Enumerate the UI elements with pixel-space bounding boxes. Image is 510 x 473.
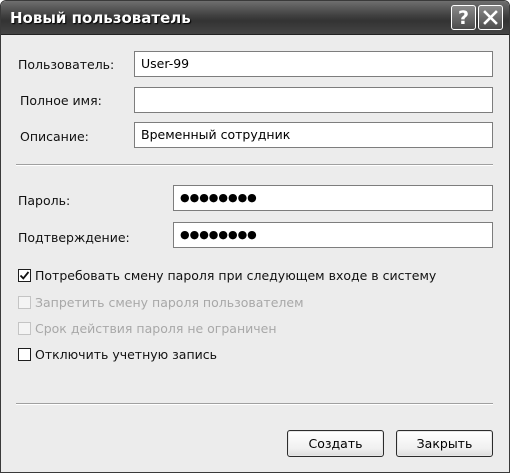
help-icon: ? [457,6,470,29]
checkbox [18,321,31,335]
option-label: Потребовать смену пароля при следующем в… [35,267,437,283]
close-icon [483,10,498,25]
separator-top [16,164,493,166]
checkbox [18,295,31,309]
close-window-button[interactable] [478,5,503,30]
option-label: Срок действия пароля не ограничен [35,320,277,336]
option-disable-account[interactable]: Отключить учетную запись [18,345,217,363]
close-button[interactable]: Закрыть [396,430,493,457]
option-label: Запретить смену пароля пользователем [35,294,304,310]
description-input[interactable]: Временный сотрудник [134,122,493,148]
confirm-password-input[interactable]: ●●●●●●●● [173,222,493,248]
description-label: Описание: [20,129,89,144]
confirm-label: Подтверждение: [18,230,130,245]
checkbox[interactable] [18,347,31,361]
checkbox[interactable] [18,268,31,282]
help-button[interactable]: ? [451,5,476,30]
user-label: Пользователь: [18,57,115,72]
new-user-dialog: Новый пользователь ? Пользователь: User-… [0,0,510,473]
fullname-label: Полное имя: [20,93,102,108]
title-bar: Новый пользователь ? [1,1,509,35]
option-must-change-password[interactable]: Потребовать смену пароля при следующем в… [18,266,436,284]
option-label: Отключить учетную запись [35,346,217,362]
password-label: Пароль: [18,193,71,208]
password-input[interactable]: ●●●●●●●● [173,185,493,211]
separator-bottom [16,403,493,405]
option-password-never-expires: Срок действия пароля не ограничен [18,319,277,337]
create-button[interactable]: Создать [287,430,384,457]
fullname-input[interactable] [134,87,493,113]
dialog-title: Новый пользователь [10,9,191,27]
option-cannot-change-password: Запретить смену пароля пользователем [18,293,304,311]
user-name-input[interactable]: User-99 [134,51,493,77]
checkmark-icon [19,270,30,280]
